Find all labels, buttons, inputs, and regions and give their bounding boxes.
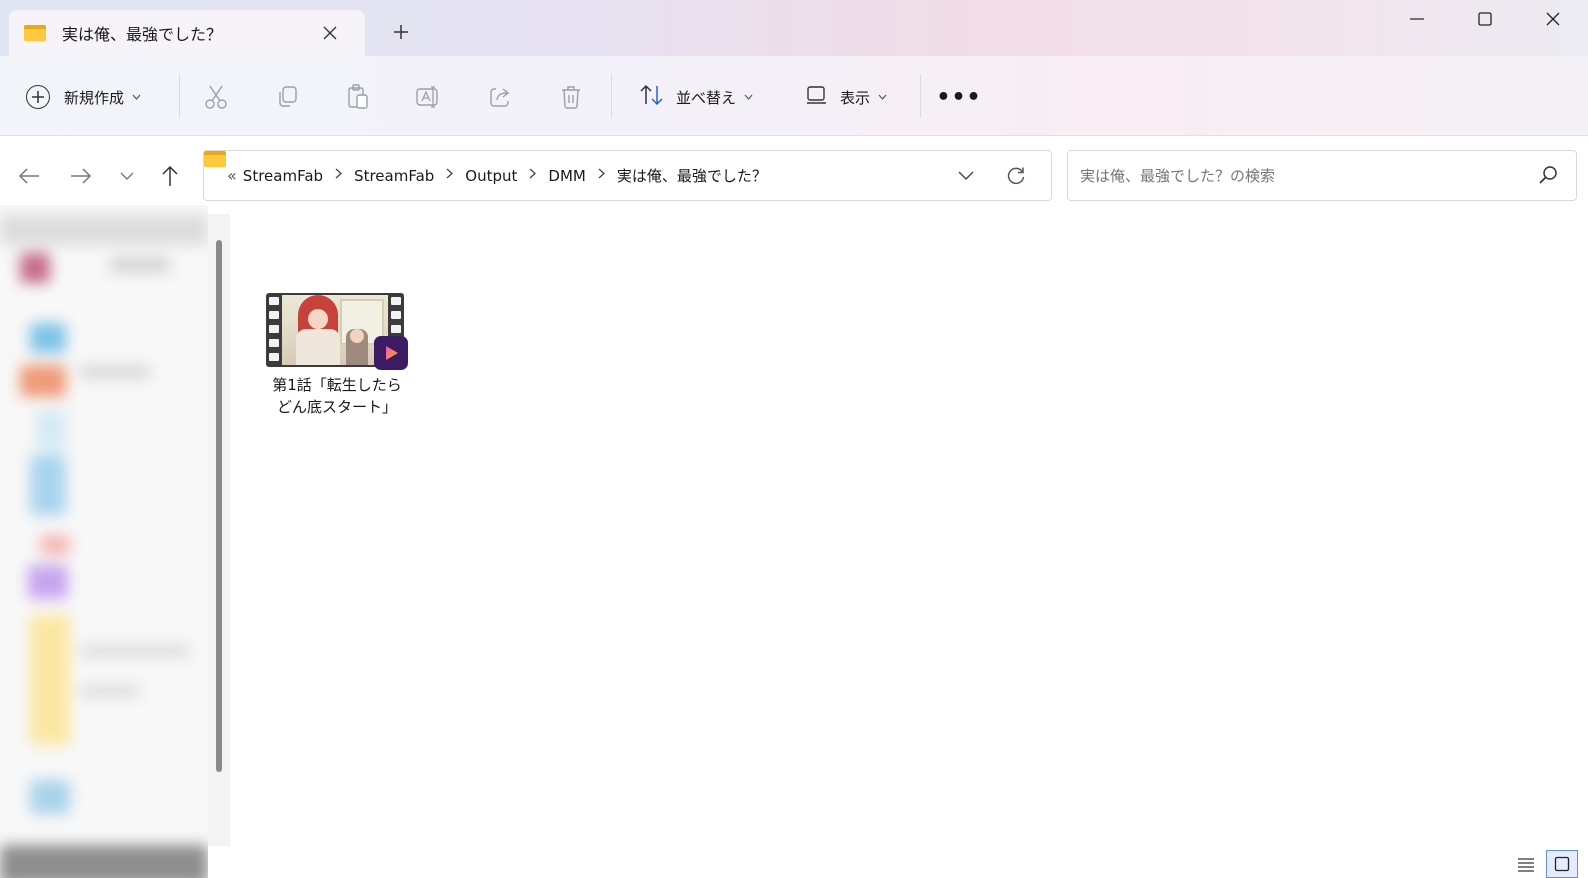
new-button-label: 新規作成 xyxy=(64,88,125,107)
breadcrumb-item[interactable]: StreamFab xyxy=(243,167,323,185)
folder-icon xyxy=(24,25,46,41)
more-options-button[interactable]: ••• xyxy=(936,82,980,112)
details-view-icon[interactable] xyxy=(1516,855,1536,875)
recent-locations-chevron-icon[interactable] xyxy=(112,161,142,191)
chevron-right-icon[interactable] xyxy=(598,168,605,183)
chevron-down-icon xyxy=(132,92,141,103)
sort-button[interactable]: 並べ替え xyxy=(640,82,753,112)
breadcrumb-item[interactable]: 実は俺、最強でした？ xyxy=(617,165,767,186)
forward-arrow-icon[interactable] xyxy=(66,161,96,191)
delete-icon[interactable] xyxy=(558,84,584,110)
breadcrumb-item[interactable]: Output xyxy=(465,167,517,185)
search-icon[interactable] xyxy=(1538,165,1558,189)
up-arrow-icon[interactable] xyxy=(155,161,185,191)
paste-icon[interactable] xyxy=(345,84,371,110)
chevron-right-icon[interactable] xyxy=(529,168,537,183)
plus-circle-icon xyxy=(26,85,50,109)
tab-active[interactable]: 実は俺、最強でした？ xyxy=(9,10,365,56)
title-bar: 実は俺、最強でした？ xyxy=(0,0,1588,56)
rename-icon[interactable] xyxy=(416,84,442,110)
back-arrow-icon[interactable] xyxy=(14,161,44,191)
search-box[interactable] xyxy=(1067,150,1577,201)
sort-label: 並べ替え xyxy=(676,88,737,107)
view-label: 表示 xyxy=(840,88,871,107)
view-button[interactable]: 表示 xyxy=(806,82,887,112)
copy-icon[interactable] xyxy=(274,84,300,110)
video-thumbnail xyxy=(266,290,408,370)
address-dropdown-chevron-icon[interactable] xyxy=(953,163,979,189)
tab-title: 実は俺、最強でした？ xyxy=(62,25,223,44)
large-icons-view-icon[interactable] xyxy=(1546,850,1578,878)
navigation-pane[interactable] xyxy=(0,205,208,878)
share-icon[interactable] xyxy=(487,84,513,110)
close-window-button[interactable] xyxy=(1519,0,1587,38)
file-list-area[interactable] xyxy=(230,214,1588,846)
address-bar[interactable]: « StreamFab StreamFab Output DMM 実は俺、最強で… xyxy=(203,150,1052,201)
tab-close-icon[interactable] xyxy=(317,20,343,46)
toolbar-divider xyxy=(611,74,612,118)
maximize-button[interactable] xyxy=(1451,0,1519,38)
breadcrumb-item[interactable]: DMM xyxy=(548,167,585,185)
command-bar: 新規作成 並べ替え 表示 ••• xyxy=(0,56,1588,136)
breadcrumb-item[interactable]: StreamFab xyxy=(354,167,434,185)
sort-icon xyxy=(640,84,664,110)
new-button[interactable]: 新規作成 xyxy=(26,82,141,112)
chevron-down-icon xyxy=(744,92,753,103)
breadcrumb: « StreamFab StreamFab Output DMM 実は俺、最強で… xyxy=(227,165,767,186)
new-tab-button[interactable] xyxy=(388,19,414,45)
search-input[interactable] xyxy=(1080,166,1520,185)
chevron-right-icon[interactable] xyxy=(335,168,343,183)
navigation-pane-scrollbar[interactable] xyxy=(216,240,222,772)
cut-icon[interactable] xyxy=(203,84,229,110)
file-name-line: どん底スタート」 xyxy=(276,398,397,416)
toolbar-divider xyxy=(179,74,180,118)
refresh-icon[interactable] xyxy=(1003,163,1029,189)
toolbar-divider xyxy=(920,74,921,118)
minimize-button[interactable] xyxy=(1383,0,1451,38)
navigation-pane-redacted xyxy=(0,205,208,878)
file-item-video[interactable]: 第1話「転生したら どん底スタート」 xyxy=(263,290,411,420)
breadcrumb-overflow[interactable]: « xyxy=(227,166,237,185)
file-name: 第1話「転生したら どん底スタート」 xyxy=(263,374,411,418)
chevron-down-icon xyxy=(878,92,887,103)
chevron-right-icon[interactable] xyxy=(446,168,454,183)
media-player-play-icon xyxy=(374,336,408,370)
file-name-line: 第1話「転生したら xyxy=(272,376,402,394)
view-icon xyxy=(806,85,828,109)
thumbnail-image xyxy=(282,295,388,365)
